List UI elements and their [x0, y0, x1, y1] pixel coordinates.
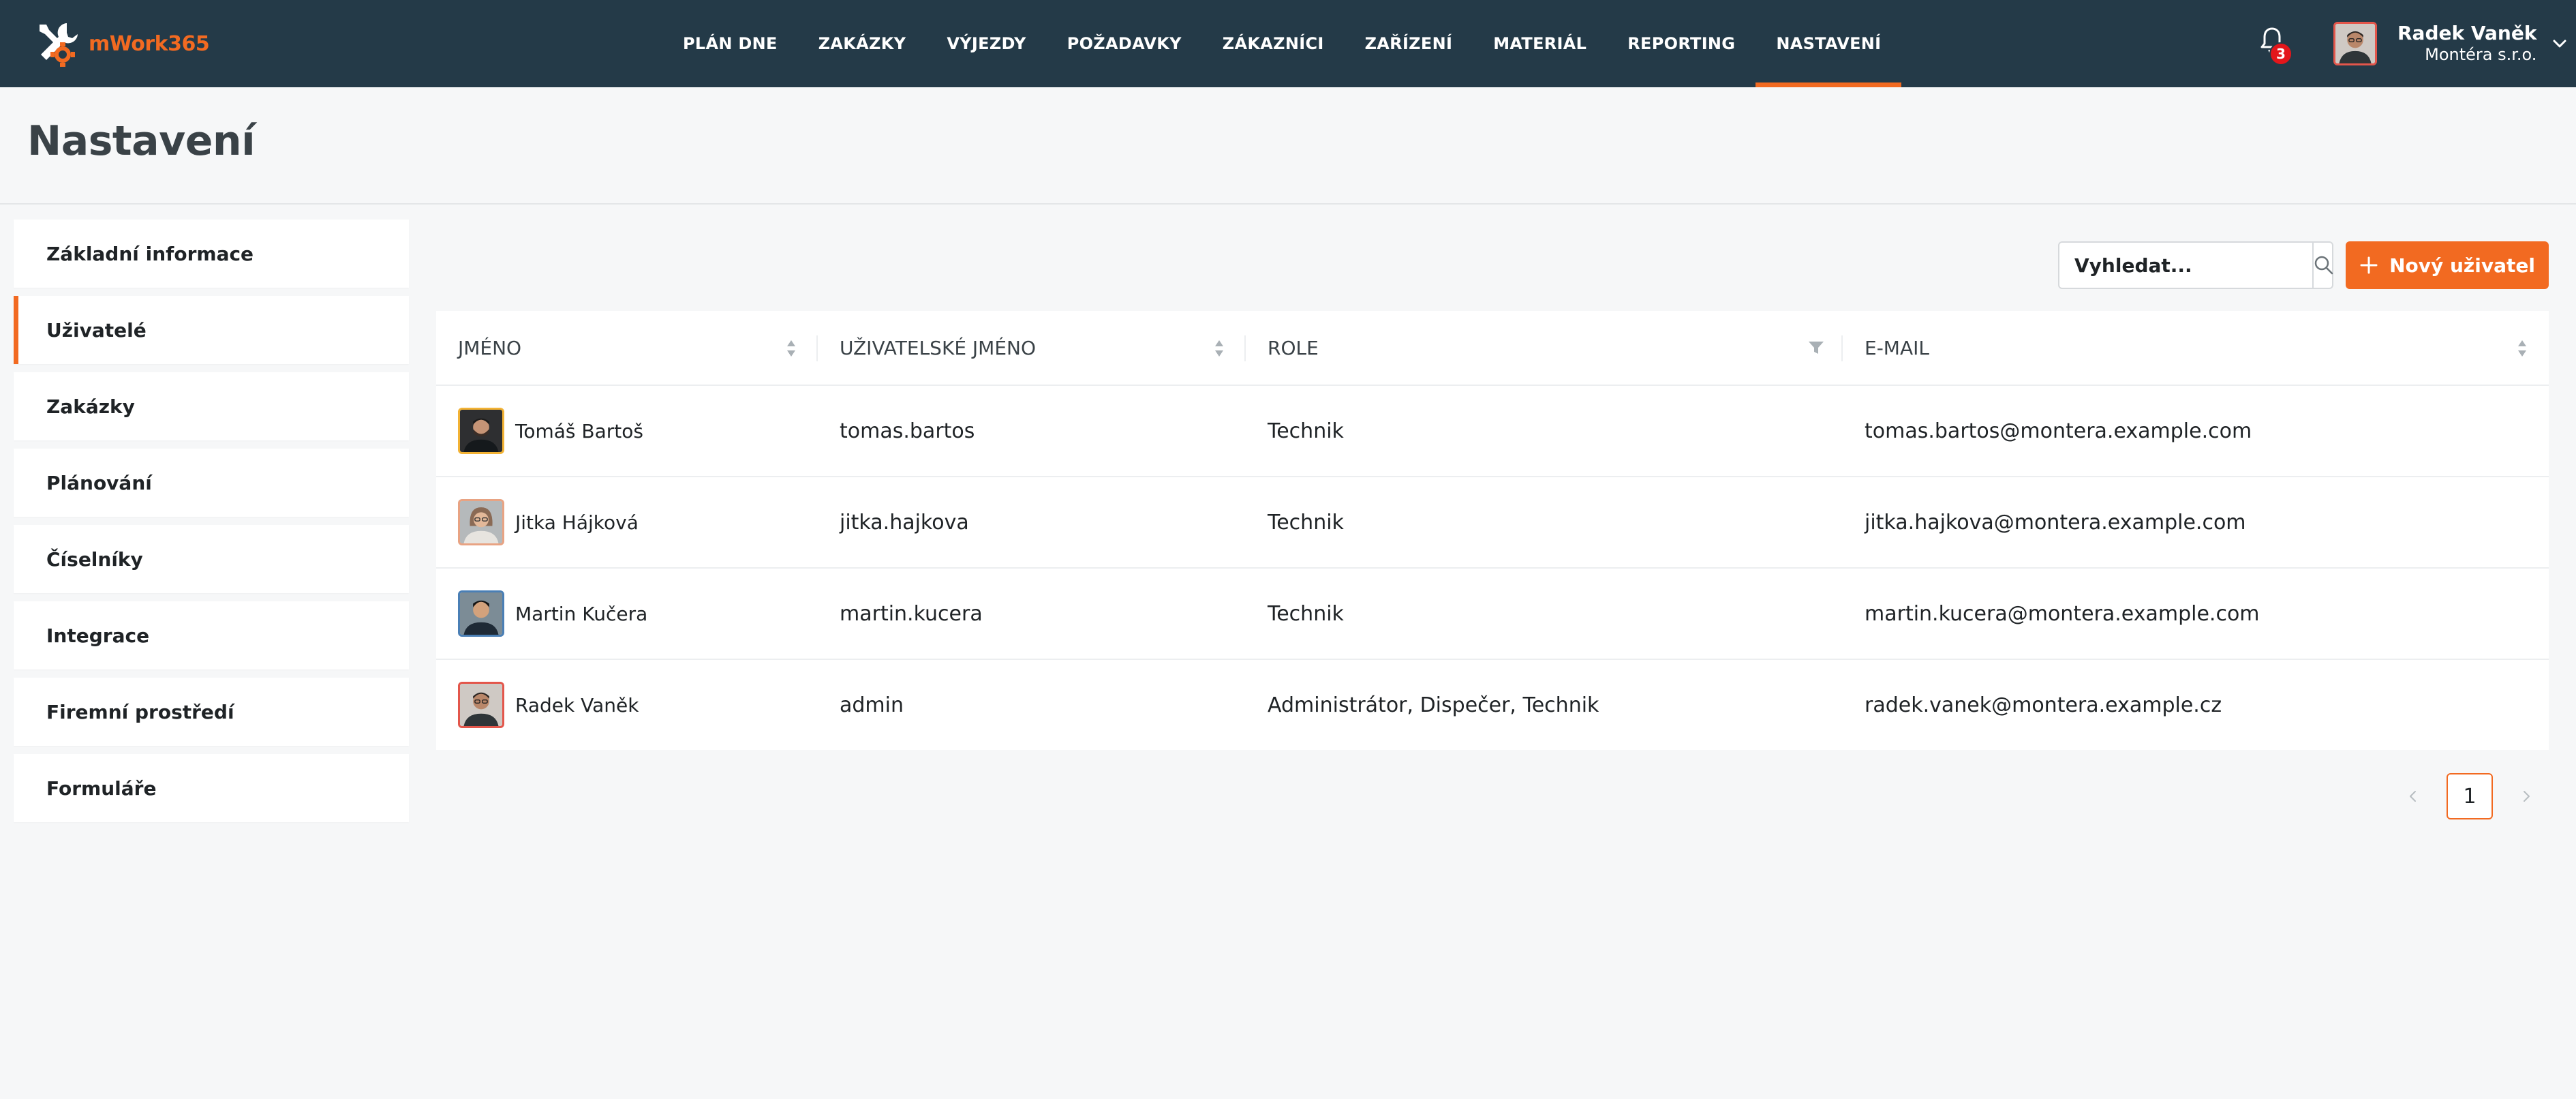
page-header: Nastavení: [0, 87, 2576, 205]
nav-plan-dne[interactable]: PLÁN DNE: [662, 0, 798, 87]
row-avatar: [458, 590, 504, 637]
pagination-next-button[interactable]: [2516, 781, 2536, 811]
column-header-uzivatelske-jmeno[interactable]: UŽIVATELSKÉ JMÉNO: [818, 311, 1246, 385]
notification-count-badge: 3: [2269, 42, 2293, 65]
role-cell: Technik: [1268, 419, 1344, 443]
users-table: JMÉNO UŽIVATELSKÉ JMÉNO ROLE E-MAIL Tomá…: [436, 311, 2549, 750]
logo-tools-icon: [40, 23, 78, 67]
username-cell: tomas.bartos: [840, 419, 975, 443]
column-label: JMÉNO: [458, 336, 522, 359]
table-row[interactable]: Radek Vaněk admin Administrátor, Dispeče…: [436, 660, 2549, 750]
nav-vyjezdy[interactable]: VÝJEZDY: [926, 0, 1046, 87]
column-header-role[interactable]: ROLE: [1246, 311, 1843, 385]
chevron-left-icon: [2410, 791, 2416, 802]
new-user-button[interactable]: Nový uživatel: [2346, 241, 2549, 289]
table-row[interactable]: Martin Kučera martin.kucera Technik mart…: [436, 569, 2549, 660]
user-menu[interactable]: Radek Vaněk Montéra s.r.o.: [2333, 20, 2569, 67]
column-header-email[interactable]: E-MAIL: [1843, 311, 2549, 385]
settings-sidebar: Základní informace Uživatelé Zakázky Plá…: [14, 220, 409, 830]
nav-pozadavky[interactable]: POŽADAVKY: [1047, 0, 1202, 87]
nav-zakaznici[interactable]: ZÁKAZNÍCI: [1202, 0, 1345, 87]
table-row[interactable]: Jitka Hájková jitka.hajkova Technik jitk…: [436, 477, 2549, 569]
user-full-name: Radek Vaněk: [515, 693, 639, 717]
table-header: JMÉNO UŽIVATELSKÉ JMÉNO ROLE E-MAIL: [436, 311, 2549, 386]
new-user-label: Nový uživatel: [2389, 254, 2535, 277]
filter-icon[interactable]: [1807, 340, 1825, 356]
email-cell: martin.kucera@montera.example.com: [1865, 601, 2260, 626]
role-cell: Technik: [1268, 510, 1344, 535]
plus-icon: [2360, 256, 2378, 274]
sidebar-item-ciselniky[interactable]: Číselníky: [14, 525, 409, 593]
column-label: ROLE: [1268, 336, 1319, 359]
top-navbar: mWork365 PLÁN DNE ZAKÁZKY VÝJEZDY POŽADA…: [0, 0, 2576, 87]
nav-reporting[interactable]: REPORTING: [1607, 0, 1755, 87]
user-name: Radek Vaněk: [2397, 22, 2537, 44]
user-full-name: Jitka Hájková: [515, 511, 639, 534]
notifications-button[interactable]: 3: [2260, 26, 2294, 65]
column-header-jmeno[interactable]: JMÉNO: [436, 311, 818, 385]
brand-name: mWork365: [89, 31, 210, 56]
username-cell: martin.kucera: [840, 601, 983, 626]
sidebar-item-uzivatele[interactable]: Uživatelé: [14, 296, 409, 364]
row-avatar: [458, 499, 504, 545]
user-avatar: [2333, 22, 2377, 65]
nav-material[interactable]: MATERIÁL: [1473, 0, 1607, 87]
nav-zarizeni[interactable]: ZAŘÍZENÍ: [1345, 0, 1473, 87]
sidebar-item-integrace[interactable]: Integrace: [14, 601, 409, 669]
sort-icon[interactable]: [1213, 338, 1225, 359]
user-company: Montéra s.r.o.: [2425, 45, 2537, 64]
search-icon: [2314, 256, 2333, 275]
page-title: Nastavení: [27, 117, 256, 165]
email-cell: jitka.hajkova@montera.example.com: [1865, 510, 2246, 535]
sidebar-item-zakazky[interactable]: Zakázky: [14, 372, 409, 440]
user-full-name: Martin Kučera: [515, 602, 648, 625]
username-cell: jitka.hajkova: [840, 510, 969, 535]
pagination-page-current[interactable]: 1: [2447, 773, 2493, 819]
role-cell: Administrátor, Dispečer, Technik: [1268, 693, 1599, 717]
table-row[interactable]: Tomáš Bartoš tomas.bartos Technik tomas.…: [436, 386, 2549, 477]
search-button[interactable]: [2312, 243, 2334, 288]
role-cell: Technik: [1268, 601, 1344, 626]
row-avatar: [458, 682, 504, 728]
user-full-name: Tomáš Bartoš: [515, 419, 643, 442]
nav-zakazky[interactable]: ZAKÁZKY: [798, 0, 927, 87]
search-input[interactable]: [2059, 243, 2312, 288]
sidebar-item-planovani[interactable]: Plánování: [14, 449, 409, 517]
username-cell: admin: [840, 693, 904, 717]
search-box: [2058, 241, 2333, 289]
main-nav: PLÁN DNE ZAKÁZKY VÝJEZDY POŽADAVKY ZÁKAZ…: [662, 0, 1902, 87]
nav-nastaveni[interactable]: NASTAVENÍ: [1755, 0, 1902, 87]
chevron-right-icon: [2524, 791, 2530, 802]
sort-icon[interactable]: [2516, 338, 2528, 359]
sort-icon[interactable]: [785, 338, 797, 359]
chevron-down-icon[interactable]: [2550, 34, 2569, 53]
sidebar-item-firemni-prostredi[interactable]: Firemní prostředí: [14, 678, 409, 746]
email-cell: radek.vanek@montera.example.cz: [1865, 693, 2222, 717]
column-label: E-MAIL: [1865, 336, 1929, 359]
sidebar-item-zakladni-informace[interactable]: Základní informace: [14, 220, 409, 288]
column-label: UŽIVATELSKÉ JMÉNO: [840, 336, 1036, 359]
row-avatar: [458, 408, 504, 454]
app-logo[interactable]: mWork365: [33, 18, 210, 70]
pagination-prev-button[interactable]: [2403, 781, 2423, 811]
sidebar-item-formulare[interactable]: Formuláře: [14, 754, 409, 822]
email-cell: tomas.bartos@montera.example.com: [1865, 419, 2252, 443]
